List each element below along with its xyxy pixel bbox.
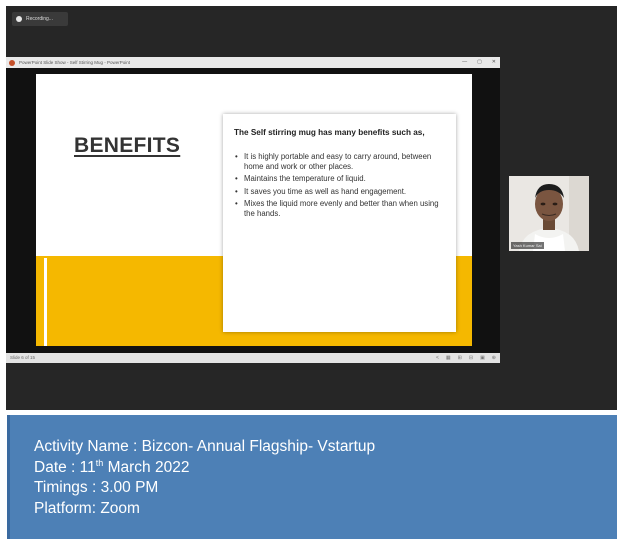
list-item: Maintains the temperature of liquid. bbox=[234, 174, 448, 184]
previous-slide-icon[interactable]: < bbox=[436, 355, 439, 361]
slide-title: BENEFITS bbox=[74, 134, 181, 157]
recording-indicator[interactable]: Recording... bbox=[12, 12, 68, 26]
powerpoint-app-icon bbox=[9, 59, 15, 66]
benefits-card: The Self stirring mug has many benefits … bbox=[223, 114, 456, 332]
participant-video-tile[interactable]: Yash Kumar Sai bbox=[509, 176, 589, 251]
record-dot-icon bbox=[16, 16, 22, 22]
info-box-edge bbox=[7, 415, 10, 539]
benefits-list: It is highly portable and easy to carry … bbox=[234, 152, 448, 221]
date-suffix: March 2022 bbox=[103, 458, 190, 476]
activity-timings: Timings : 3.00 PM bbox=[34, 479, 159, 496]
zoom-icon[interactable]: ⊕ bbox=[492, 355, 496, 361]
grid-view-icon[interactable]: ▦ bbox=[446, 355, 451, 361]
list-item: It is highly portable and easy to carry … bbox=[234, 152, 448, 171]
activity-info-box: Activity Name : Bizcon- Annual Flagship-… bbox=[7, 415, 617, 539]
slideshow-area: BENEFITS The Self stirring mug has many … bbox=[6, 68, 500, 353]
list-item: Mixes the liquid more evenly and better … bbox=[234, 199, 448, 218]
participant-name: Yash Kumar Sai bbox=[511, 242, 544, 249]
close-icon[interactable]: ✕ bbox=[492, 59, 496, 65]
activity-date: Date : 11th March 2022 bbox=[34, 458, 375, 479]
powerpoint-window-title: PowerPoint Slide Show - Self Stirring Mu… bbox=[19, 60, 131, 65]
participant-video-frame bbox=[509, 176, 589, 251]
sorter-view-icon[interactable]: ⊟ bbox=[469, 355, 473, 361]
slide-stripe bbox=[44, 258, 47, 346]
activity-details: Activity Name : Bizcon- Annual Flagship-… bbox=[34, 437, 375, 519]
activity-platform: Platform: Zoom bbox=[34, 499, 140, 517]
slide-counter: Slide 6 of 15 bbox=[10, 355, 36, 360]
date-prefix: Date : 11 bbox=[34, 458, 96, 476]
reading-view-icon[interactable]: ▣ bbox=[480, 355, 485, 361]
recording-label: Recording... bbox=[26, 16, 53, 22]
maximize-icon[interactable]: ▢ bbox=[477, 59, 482, 65]
window-controls: — ▢ ✕ bbox=[462, 59, 496, 65]
powerpoint-titlebar: PowerPoint Slide Show - Self Stirring Mu… bbox=[6, 57, 500, 68]
card-heading: The Self stirring mug has many benefits … bbox=[234, 128, 425, 137]
slideshow-statusbar: Slide 6 of 15 < ▦ ⊞ ⊟ ▣ ⊕ bbox=[6, 353, 500, 363]
slide: BENEFITS The Self stirring mug has many … bbox=[36, 74, 472, 346]
minimize-icon[interactable]: — bbox=[462, 59, 467, 65]
activity-name: Activity Name : Bizcon- Annual Flagship-… bbox=[34, 438, 376, 455]
normal-view-icon[interactable]: ⊞ bbox=[458, 355, 462, 361]
slideshow-controls: < ▦ ⊞ ⊟ ▣ ⊕ bbox=[436, 355, 496, 361]
list-item: It saves you time as well as hand engage… bbox=[234, 187, 448, 197]
